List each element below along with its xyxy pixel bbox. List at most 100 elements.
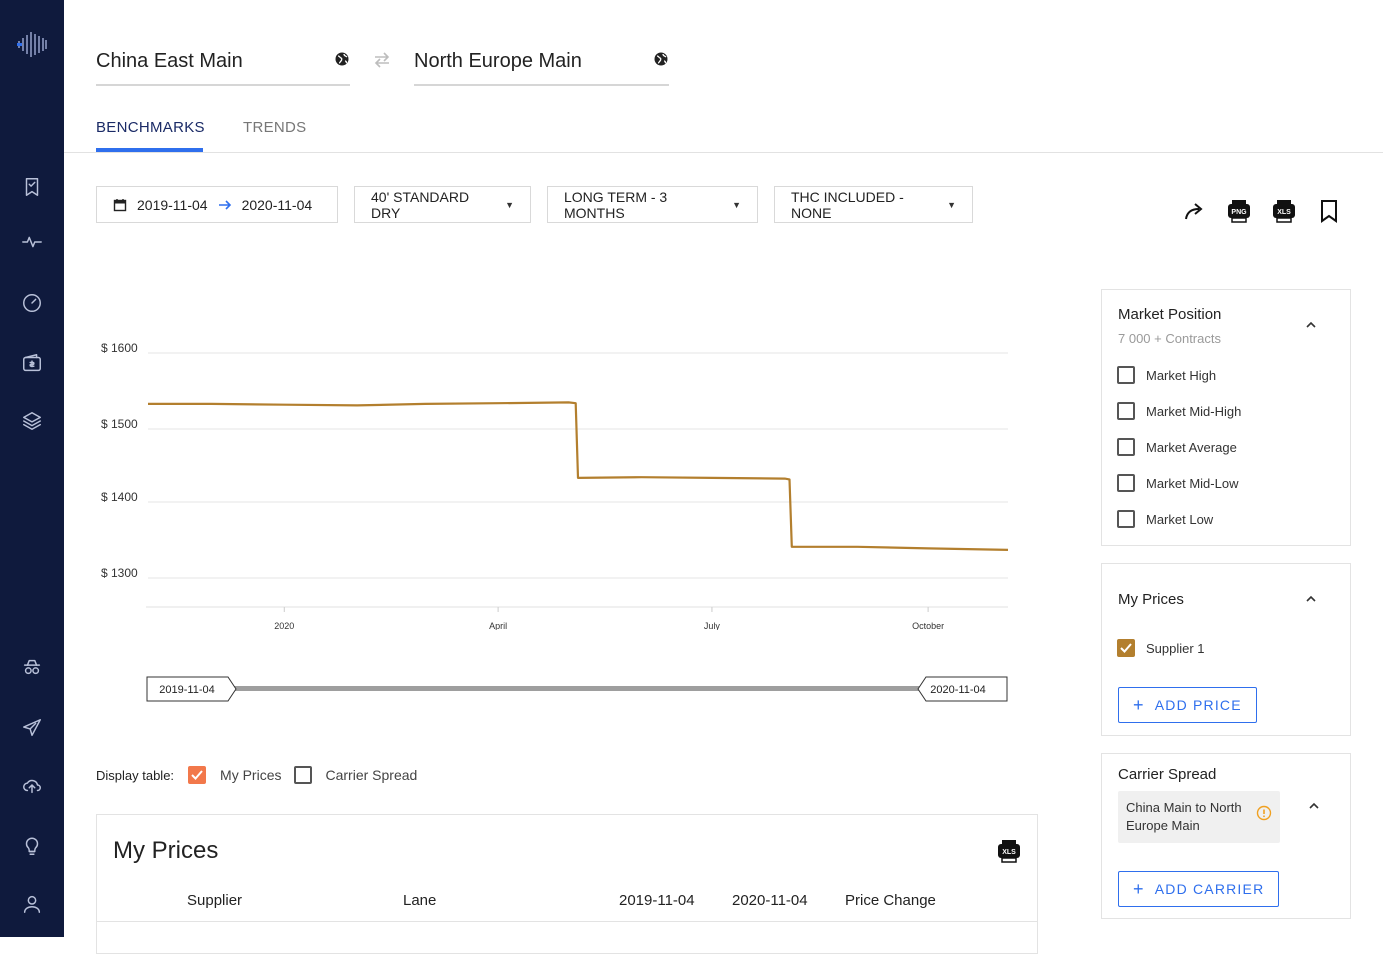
term-dropdown[interactable]: LONG TERM - 3 MONTHS ▼ bbox=[547, 186, 758, 223]
app-logo[interactable] bbox=[16, 28, 48, 60]
carrier-spread-checkbox-label: Carrier Spread bbox=[325, 767, 418, 783]
png-label: PNG bbox=[1231, 209, 1247, 216]
date-range-slider[interactable]: 2019-11-04 2020-11-04 bbox=[146, 676, 1008, 702]
destination-field[interactable]: North Europe Main bbox=[414, 40, 669, 86]
destination-value: North Europe Main bbox=[414, 50, 582, 72]
supplier-label: Supplier 1 bbox=[1146, 640, 1205, 656]
globe-icon[interactable] bbox=[334, 51, 350, 67]
origin-field[interactable]: China East Main bbox=[96, 40, 350, 86]
tab-benchmarks[interactable]: BENCHMARKS bbox=[96, 119, 205, 136]
add-carrier-label: ADD CARRIER bbox=[1154, 881, 1265, 897]
column-header-date-to[interactable]: 2020-11-04 bbox=[732, 892, 808, 909]
market-average-checkbox[interactable] bbox=[1117, 438, 1135, 456]
my-prices-panel: My Prices Supplier 1 + ADD PRICE bbox=[1101, 563, 1351, 736]
sidebar bbox=[0, 0, 64, 937]
column-header-supplier[interactable]: Supplier bbox=[187, 892, 242, 909]
market-position-subtitle: 7 000 + Contracts bbox=[1118, 331, 1221, 346]
bookmark-icon[interactable] bbox=[20, 175, 44, 199]
market-high-option[interactable]: Market High bbox=[1117, 366, 1216, 384]
my-prices-card: My Prices XLS Supplier Lane 2019-11-04 2… bbox=[96, 814, 1038, 954]
add-carrier-button[interactable]: + ADD CARRIER bbox=[1118, 871, 1280, 907]
column-header-date-from[interactable]: 2019-11-04 bbox=[619, 892, 695, 909]
xls-label: XLS bbox=[1277, 209, 1291, 216]
chevron-down-icon: ▼ bbox=[732, 199, 741, 210]
market-average-label: Market Average bbox=[1146, 439, 1237, 455]
range-end-label: 2020-11-04 bbox=[930, 684, 985, 696]
wallet-icon[interactable] bbox=[20, 351, 44, 375]
chevron-down-icon: ▼ bbox=[947, 199, 956, 210]
supplier-checkbox[interactable] bbox=[1117, 639, 1135, 657]
display-table-row: Display table: My Prices Carrier Spread bbox=[96, 764, 429, 786]
my-prices-panel-title: My Prices bbox=[1118, 591, 1184, 608]
globe-icon[interactable] bbox=[653, 51, 669, 67]
y-tick-label: $ 1600 bbox=[101, 341, 138, 355]
my-prices-checkbox[interactable] bbox=[188, 766, 207, 784]
range-start-label: 2019-11-04 bbox=[159, 684, 214, 696]
y-tick-label: $ 1300 bbox=[101, 566, 138, 580]
market-high-checkbox[interactable] bbox=[1117, 366, 1135, 384]
term-value: LONG TERM - 3 MONTHS bbox=[564, 188, 668, 221]
my-prices-checkbox-label: My Prices bbox=[220, 767, 282, 783]
add-price-button[interactable]: + ADD PRICE bbox=[1118, 687, 1257, 723]
arrow-right-icon bbox=[218, 199, 231, 210]
date-range-picker[interactable]: 2019-11-04 2020-11-04 bbox=[96, 186, 338, 223]
plus-icon: + bbox=[1133, 879, 1145, 899]
my-prices-title: My Prices bbox=[113, 837, 219, 864]
supplier-option[interactable]: Supplier 1 bbox=[1117, 639, 1205, 657]
y-tick-label: $ 1400 bbox=[101, 490, 138, 504]
date-to: 2020-11-04 bbox=[241, 196, 313, 213]
xls-export-icon[interactable]: XLS bbox=[997, 839, 1021, 863]
display-table-label: Display table: bbox=[96, 767, 175, 783]
share-icon[interactable] bbox=[1182, 199, 1206, 223]
plus-icon: + bbox=[1133, 695, 1145, 715]
chevron-up-icon[interactable] bbox=[1307, 799, 1321, 813]
x-tick-label: April bbox=[489, 621, 507, 630]
market-average-option[interactable]: Market Average bbox=[1117, 438, 1237, 456]
carrier-spread-checkbox[interactable] bbox=[293, 766, 312, 784]
column-header-lane[interactable]: Lane bbox=[403, 892, 436, 909]
thc-value: THC INCLUDED - NONE bbox=[791, 188, 904, 221]
user-icon[interactable] bbox=[20, 892, 44, 916]
market-low-checkbox[interactable] bbox=[1117, 510, 1135, 528]
chevron-up-icon[interactable] bbox=[1304, 592, 1318, 606]
price-chart: $ 1600 $ 1500 $ 1400 $ 1300 2020 April July Oct… bbox=[101, 341, 1009, 630]
thc-dropdown[interactable]: THC INCLUDED - NONE ▼ bbox=[774, 186, 973, 223]
layers-icon[interactable] bbox=[20, 409, 44, 433]
airplane-icon[interactable] bbox=[20, 716, 44, 740]
market-position-title: Market Position bbox=[1118, 306, 1222, 323]
x-tick-label: July bbox=[704, 621, 721, 630]
container-type-dropdown[interactable]: 40' STANDARD DRY ▼ bbox=[354, 186, 531, 223]
tab-trends[interactable]: TRENDS bbox=[243, 119, 306, 136]
market-low-label: Market Low bbox=[1146, 511, 1214, 527]
carrier-spread-title: Carrier Spread bbox=[1118, 766, 1217, 783]
swap-icon[interactable] bbox=[372, 52, 392, 68]
pulse-icon[interactable] bbox=[20, 230, 44, 254]
png-export-icon[interactable]: PNG bbox=[1227, 199, 1251, 223]
origin-value: China East Main bbox=[96, 50, 243, 72]
market-position-panel: Market Position 7 000 + Contracts Market… bbox=[1101, 289, 1351, 546]
carrier-spread-panel: Carrier Spread China Main to North Europ… bbox=[1101, 753, 1351, 919]
market-mid-low-checkbox[interactable] bbox=[1117, 474, 1135, 492]
tabs-divider bbox=[64, 152, 1383, 153]
speedometer-icon[interactable] bbox=[20, 291, 44, 315]
market-mid-high-option[interactable]: Market Mid-High bbox=[1117, 402, 1241, 420]
lightbulb-icon[interactable] bbox=[20, 834, 44, 858]
cloud-upload-icon[interactable] bbox=[20, 773, 44, 797]
calendar-icon bbox=[113, 198, 127, 211]
container-type-value: 40' STANDARD DRY bbox=[371, 188, 470, 221]
xls-label: XLS bbox=[1002, 849, 1016, 856]
market-mid-low-option[interactable]: Market Mid-Low bbox=[1117, 474, 1238, 492]
chevron-down-icon: ▼ bbox=[505, 199, 514, 210]
chevron-up-icon[interactable] bbox=[1304, 318, 1318, 332]
warning-icon bbox=[1256, 805, 1272, 821]
incognito-icon[interactable] bbox=[20, 655, 44, 679]
bookmark-add-icon[interactable] bbox=[1317, 199, 1341, 223]
market-high-label: Market High bbox=[1146, 367, 1217, 383]
xls-export-icon[interactable]: XLS bbox=[1272, 199, 1296, 223]
market-low-option[interactable]: Market Low bbox=[1117, 510, 1213, 528]
x-tick-label: October bbox=[912, 621, 944, 630]
column-header-price-change[interactable]: Price Change bbox=[845, 892, 936, 909]
price-series-line bbox=[148, 401, 1009, 551]
market-mid-high-checkbox[interactable] bbox=[1117, 402, 1135, 420]
x-tick-label: 2020 bbox=[274, 621, 294, 630]
